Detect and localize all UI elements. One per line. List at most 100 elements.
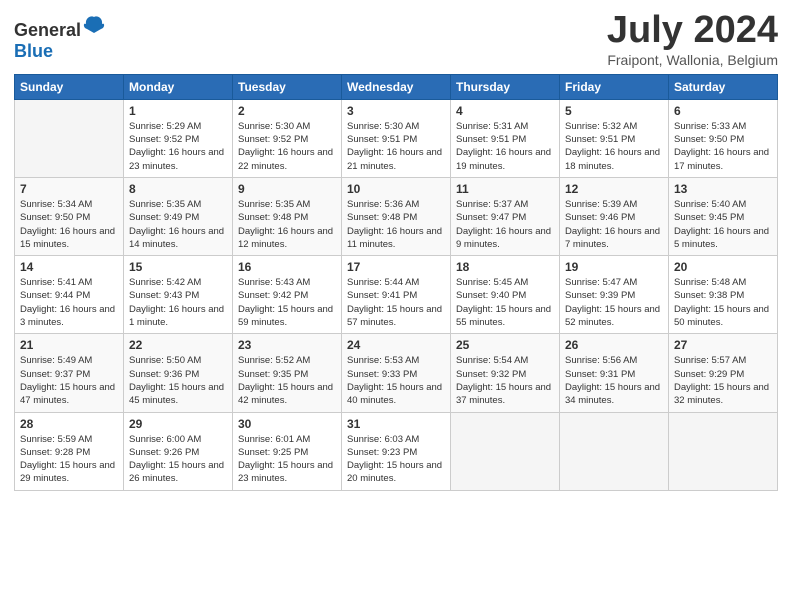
day-info: Sunrise: 5:30 AMSunset: 9:51 PMDaylight:… — [347, 121, 442, 172]
day-info: Sunrise: 6:00 AMSunset: 9:26 PMDaylight:… — [129, 434, 224, 485]
day-number: 15 — [129, 260, 227, 274]
day-number: 24 — [347, 338, 445, 352]
calendar-cell: 27 Sunrise: 5:57 AMSunset: 9:29 PMDaylig… — [669, 334, 778, 412]
day-number: 6 — [674, 104, 772, 118]
header-saturday: Saturday — [669, 74, 778, 99]
main-container: General Blue July 2024 Fraipont, Walloni… — [0, 0, 792, 501]
header-monday: Monday — [124, 74, 233, 99]
day-number: 28 — [20, 417, 118, 431]
day-number: 1 — [129, 104, 227, 118]
calendar-week-5: 28 Sunrise: 5:59 AMSunset: 9:28 PMDaylig… — [15, 412, 778, 490]
day-info: Sunrise: 5:42 AMSunset: 9:43 PMDaylight:… — [129, 277, 224, 328]
day-info: Sunrise: 5:53 AMSunset: 9:33 PMDaylight:… — [347, 355, 442, 406]
day-info: Sunrise: 5:35 AMSunset: 9:48 PMDaylight:… — [238, 199, 333, 250]
day-info: Sunrise: 5:52 AMSunset: 9:35 PMDaylight:… — [238, 355, 333, 406]
header-wednesday: Wednesday — [342, 74, 451, 99]
calendar-cell: 9 Sunrise: 5:35 AMSunset: 9:48 PMDayligh… — [233, 177, 342, 255]
day-info: Sunrise: 5:30 AMSunset: 9:52 PMDaylight:… — [238, 121, 333, 172]
day-number: 30 — [238, 417, 336, 431]
calendar-cell: 19 Sunrise: 5:47 AMSunset: 9:39 PMDaylig… — [560, 256, 669, 334]
calendar-cell: 10 Sunrise: 5:36 AMSunset: 9:48 PMDaylig… — [342, 177, 451, 255]
calendar-cell: 31 Sunrise: 6:03 AMSunset: 9:23 PMDaylig… — [342, 412, 451, 490]
calendar-week-1: 1 Sunrise: 5:29 AMSunset: 9:52 PMDayligh… — [15, 99, 778, 177]
month-title: July 2024 — [607, 10, 778, 52]
header-area: General Blue July 2024 Fraipont, Walloni… — [14, 10, 778, 68]
title-area: July 2024 Fraipont, Wallonia, Belgium — [607, 10, 778, 68]
day-number: 16 — [238, 260, 336, 274]
logo-bird-icon — [83, 14, 105, 36]
calendar-cell: 29 Sunrise: 6:00 AMSunset: 9:26 PMDaylig… — [124, 412, 233, 490]
day-info: Sunrise: 5:54 AMSunset: 9:32 PMDaylight:… — [456, 355, 551, 406]
header-row: Sunday Monday Tuesday Wednesday Thursday… — [15, 74, 778, 99]
calendar-week-2: 7 Sunrise: 5:34 AMSunset: 9:50 PMDayligh… — [15, 177, 778, 255]
day-info: Sunrise: 5:43 AMSunset: 9:42 PMDaylight:… — [238, 277, 333, 328]
day-number: 8 — [129, 182, 227, 196]
day-number: 26 — [565, 338, 663, 352]
header-sunday: Sunday — [15, 74, 124, 99]
day-info: Sunrise: 5:29 AMSunset: 9:52 PMDaylight:… — [129, 121, 224, 172]
day-info: Sunrise: 5:47 AMSunset: 9:39 PMDaylight:… — [565, 277, 660, 328]
day-number: 5 — [565, 104, 663, 118]
day-number: 10 — [347, 182, 445, 196]
logo-text-general: General — [14, 20, 81, 40]
day-info: Sunrise: 5:44 AMSunset: 9:41 PMDaylight:… — [347, 277, 442, 328]
day-info: Sunrise: 5:36 AMSunset: 9:48 PMDaylight:… — [347, 199, 442, 250]
day-number: 11 — [456, 182, 554, 196]
calendar-cell: 17 Sunrise: 5:44 AMSunset: 9:41 PMDaylig… — [342, 256, 451, 334]
calendar-cell: 28 Sunrise: 5:59 AMSunset: 9:28 PMDaylig… — [15, 412, 124, 490]
calendar-cell: 30 Sunrise: 6:01 AMSunset: 9:25 PMDaylig… — [233, 412, 342, 490]
calendar-cell: 3 Sunrise: 5:30 AMSunset: 9:51 PMDayligh… — [342, 99, 451, 177]
header-friday: Friday — [560, 74, 669, 99]
day-number: 19 — [565, 260, 663, 274]
day-number: 29 — [129, 417, 227, 431]
day-number: 17 — [347, 260, 445, 274]
calendar-week-4: 21 Sunrise: 5:49 AMSunset: 9:37 PMDaylig… — [15, 334, 778, 412]
day-number: 12 — [565, 182, 663, 196]
day-info: Sunrise: 5:41 AMSunset: 9:44 PMDaylight:… — [20, 277, 115, 328]
day-info: Sunrise: 5:34 AMSunset: 9:50 PMDaylight:… — [20, 199, 115, 250]
calendar-cell: 8 Sunrise: 5:35 AMSunset: 9:49 PMDayligh… — [124, 177, 233, 255]
day-info: Sunrise: 5:49 AMSunset: 9:37 PMDaylight:… — [20, 355, 115, 406]
day-number: 23 — [238, 338, 336, 352]
day-info: Sunrise: 5:45 AMSunset: 9:40 PMDaylight:… — [456, 277, 551, 328]
calendar-cell: 11 Sunrise: 5:37 AMSunset: 9:47 PMDaylig… — [451, 177, 560, 255]
day-info: Sunrise: 5:50 AMSunset: 9:36 PMDaylight:… — [129, 355, 224, 406]
calendar-cell — [560, 412, 669, 490]
day-info: Sunrise: 5:48 AMSunset: 9:38 PMDaylight:… — [674, 277, 769, 328]
calendar-cell: 21 Sunrise: 5:49 AMSunset: 9:37 PMDaylig… — [15, 334, 124, 412]
calendar-cell: 22 Sunrise: 5:50 AMSunset: 9:36 PMDaylig… — [124, 334, 233, 412]
calendar-cell — [15, 99, 124, 177]
calendar-cell: 6 Sunrise: 5:33 AMSunset: 9:50 PMDayligh… — [669, 99, 778, 177]
location-subtitle: Fraipont, Wallonia, Belgium — [607, 52, 778, 68]
day-number: 13 — [674, 182, 772, 196]
day-number: 21 — [20, 338, 118, 352]
day-info: Sunrise: 5:57 AMSunset: 9:29 PMDaylight:… — [674, 355, 769, 406]
calendar-cell — [451, 412, 560, 490]
calendar-cell: 4 Sunrise: 5:31 AMSunset: 9:51 PMDayligh… — [451, 99, 560, 177]
calendar-cell — [669, 412, 778, 490]
calendar-cell: 16 Sunrise: 5:43 AMSunset: 9:42 PMDaylig… — [233, 256, 342, 334]
calendar-cell: 13 Sunrise: 5:40 AMSunset: 9:45 PMDaylig… — [669, 177, 778, 255]
calendar-cell: 20 Sunrise: 5:48 AMSunset: 9:38 PMDaylig… — [669, 256, 778, 334]
day-number: 7 — [20, 182, 118, 196]
day-number: 22 — [129, 338, 227, 352]
day-number: 4 — [456, 104, 554, 118]
day-number: 14 — [20, 260, 118, 274]
calendar-cell: 24 Sunrise: 5:53 AMSunset: 9:33 PMDaylig… — [342, 334, 451, 412]
calendar-cell: 15 Sunrise: 5:42 AMSunset: 9:43 PMDaylig… — [124, 256, 233, 334]
calendar-cell: 12 Sunrise: 5:39 AMSunset: 9:46 PMDaylig… — [560, 177, 669, 255]
day-info: Sunrise: 5:31 AMSunset: 9:51 PMDaylight:… — [456, 121, 551, 172]
day-number: 9 — [238, 182, 336, 196]
calendar-cell: 26 Sunrise: 5:56 AMSunset: 9:31 PMDaylig… — [560, 334, 669, 412]
day-info: Sunrise: 6:01 AMSunset: 9:25 PMDaylight:… — [238, 434, 333, 485]
day-info: Sunrise: 5:37 AMSunset: 9:47 PMDaylight:… — [456, 199, 551, 250]
day-number: 20 — [674, 260, 772, 274]
logo-content: General Blue — [14, 14, 105, 62]
calendar-cell: 1 Sunrise: 5:29 AMSunset: 9:52 PMDayligh… — [124, 99, 233, 177]
day-info: Sunrise: 5:59 AMSunset: 9:28 PMDaylight:… — [20, 434, 115, 485]
day-info: Sunrise: 5:33 AMSunset: 9:50 PMDaylight:… — [674, 121, 769, 172]
calendar-body: 1 Sunrise: 5:29 AMSunset: 9:52 PMDayligh… — [15, 99, 778, 490]
header-tuesday: Tuesday — [233, 74, 342, 99]
day-info: Sunrise: 5:56 AMSunset: 9:31 PMDaylight:… — [565, 355, 660, 406]
day-info: Sunrise: 5:32 AMSunset: 9:51 PMDaylight:… — [565, 121, 660, 172]
